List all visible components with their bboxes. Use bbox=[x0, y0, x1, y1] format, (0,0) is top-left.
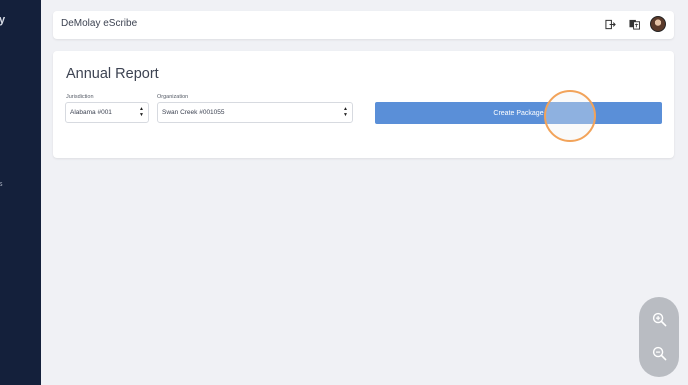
select-arrows-icon: ▲ ▼ bbox=[343, 106, 348, 118]
user-avatar[interactable] bbox=[650, 16, 666, 32]
logout-icon[interactable] bbox=[602, 16, 618, 32]
organization-select[interactable]: Swan Creek #001055 ▲ ▼ bbox=[157, 102, 353, 123]
top-bar: DeMolay eScribe bbox=[53, 11, 674, 39]
zoom-in-icon[interactable] bbox=[649, 309, 669, 329]
translate-icon[interactable] bbox=[626, 16, 642, 32]
select-arrows-icon: ▲ ▼ bbox=[139, 106, 144, 118]
sidebar-logo-fragment: y bbox=[0, 14, 6, 26]
app-title: DeMolay eScribe bbox=[61, 18, 138, 29]
sidebar: y s bbox=[0, 0, 41, 385]
header-actions bbox=[602, 16, 666, 32]
organization-value: Swan Creek #001055 bbox=[162, 109, 225, 116]
annual-report-card: Annual Report Jurisdiction Alabama #001 … bbox=[53, 51, 674, 158]
jurisdiction-select[interactable]: Alabama #001 ▲ ▼ bbox=[65, 102, 149, 123]
sidebar-item-fragment[interactable]: s bbox=[0, 181, 3, 188]
organization-label: Organization bbox=[157, 94, 189, 100]
jurisdiction-label: Jurisdiction bbox=[66, 94, 94, 100]
create-package-button[interactable]: Create Package bbox=[375, 102, 662, 124]
page-title: Annual Report bbox=[66, 66, 159, 82]
jurisdiction-value: Alabama #001 bbox=[70, 109, 112, 116]
zoom-out-icon[interactable] bbox=[649, 343, 669, 363]
zoom-controls bbox=[639, 297, 679, 377]
